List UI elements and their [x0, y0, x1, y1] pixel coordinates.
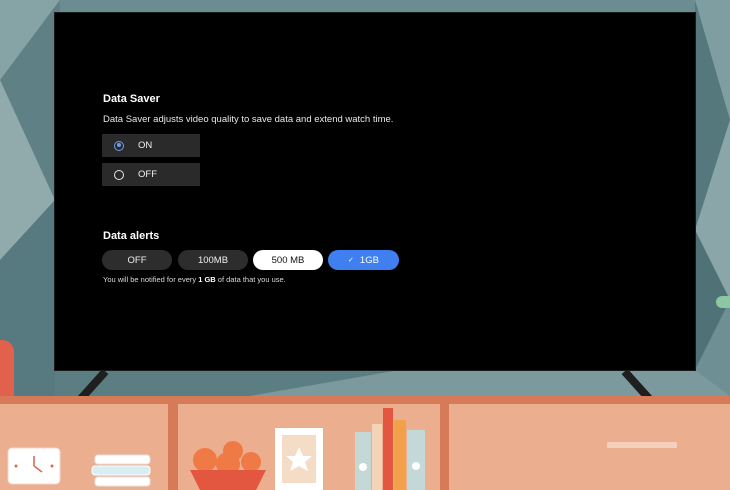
- background-scene: Data Saver Data Saver adjusts video qual…: [0, 0, 730, 490]
- binders-icon: [355, 408, 425, 490]
- shelf-decor: [7, 408, 425, 490]
- book-stack-icon: [91, 454, 151, 487]
- clock-icon: [7, 447, 61, 485]
- picture-frame-icon: [275, 428, 323, 490]
- fruit-bowl-icon: [190, 441, 266, 490]
